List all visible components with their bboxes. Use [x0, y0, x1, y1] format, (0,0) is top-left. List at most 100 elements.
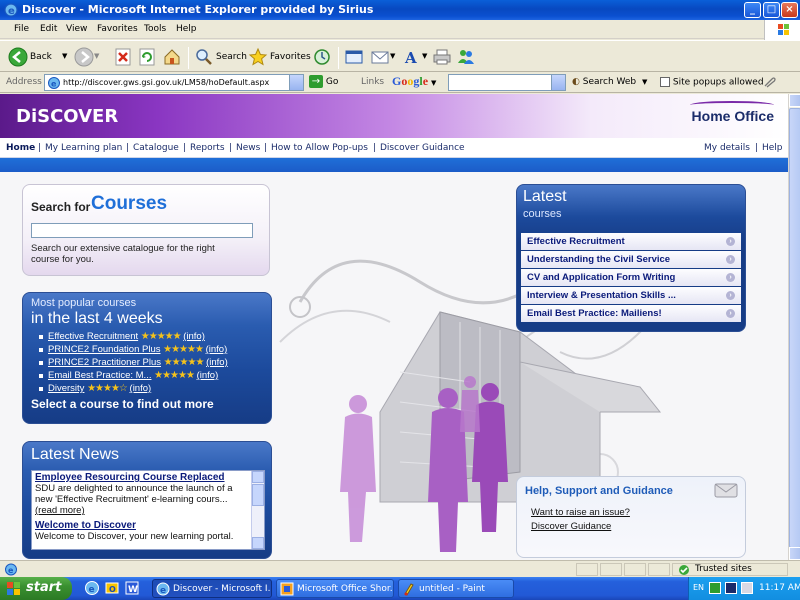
news-scrollbar[interactable]	[251, 471, 264, 549]
course-info-link[interactable]: (info)	[206, 357, 228, 368]
nav-reports[interactable]: Reports	[190, 143, 225, 153]
course-info-link[interactable]: (info)	[130, 383, 152, 394]
forward-dropdown-icon[interactable]: ▼	[94, 52, 99, 60]
print-button[interactable]	[432, 47, 454, 69]
start-button[interactable]: start	[0, 577, 72, 600]
stop-button[interactable]	[114, 47, 134, 69]
chevron-right-icon: ›	[726, 255, 735, 264]
course-info-link[interactable]: (info)	[183, 331, 205, 342]
quicklaunch-outlook-icon[interactable]: O	[104, 580, 120, 596]
font-size-button[interactable]: A ▼	[402, 47, 430, 69]
nav-help[interactable]: Help	[762, 143, 783, 153]
latest-course-item[interactable]: Email Best Practice: Mailiens! ›	[521, 305, 741, 322]
search-web-button[interactable]: ◐ Search Web ▼	[572, 77, 647, 87]
course-link[interactable]: Diversity	[48, 383, 84, 394]
task-discover-ie[interactable]: e Discover - Microsoft I...	[152, 579, 272, 598]
links-label[interactable]: Links	[361, 77, 384, 87]
latest-course-item[interactable]: Effective Recruitment ›	[521, 233, 741, 250]
go-button[interactable]: → Go	[309, 75, 338, 88]
forward-button[interactable]: ▼	[74, 47, 102, 69]
news-headline[interactable]: Welcome to Discover	[32, 519, 264, 531]
scroll-down-icon[interactable]	[789, 547, 800, 560]
menu-view[interactable]: View	[66, 24, 87, 34]
nav-discover-guidance[interactable]: Discover Guidance	[380, 143, 465, 153]
news-scroll-thumb[interactable]	[252, 484, 264, 506]
paperclip-icon[interactable]	[762, 76, 776, 88]
mail-dropdown-icon[interactable]: ▼	[390, 52, 395, 60]
search-button[interactable]: Search	[194, 47, 247, 69]
google-search-dropdown-icon[interactable]	[551, 75, 565, 90]
favorites-button[interactable]: Favorites	[248, 47, 311, 69]
messenger-button[interactable]	[456, 47, 478, 69]
back-button[interactable]: Back ▼	[8, 47, 70, 69]
minimize-button[interactable]: _	[744, 2, 761, 18]
course-search-input[interactable]	[31, 223, 253, 238]
quicklaunch-word-icon[interactable]: W	[124, 580, 140, 596]
google-search-input[interactable]	[448, 74, 566, 91]
google-dropdown-icon[interactable]: ▼	[431, 79, 436, 87]
raise-issue-link[interactable]: Want to raise an issue?	[531, 507, 630, 518]
news-scroll-up-icon[interactable]	[252, 471, 264, 483]
course-info-link[interactable]: (info)	[197, 370, 219, 381]
quicklaunch-ie-icon[interactable]: e	[84, 580, 100, 596]
page-scrollbar[interactable]	[788, 94, 800, 560]
read-more-link[interactable]: (read more)	[32, 505, 264, 519]
news-scroll-down-icon[interactable]	[252, 537, 264, 549]
media-button[interactable]	[344, 47, 366, 69]
refresh-button[interactable]	[138, 47, 158, 69]
nav-how-to-allow-popups[interactable]: How to Allow Pop-ups	[271, 143, 368, 153]
latest-course-item[interactable]: Understanding the Civil Service ›	[521, 251, 741, 268]
menu-file[interactable]: File	[14, 24, 29, 34]
search-web-dropdown-icon[interactable]: ▼	[642, 78, 647, 86]
svg-text:e: e	[8, 6, 15, 17]
close-button[interactable]: ×	[781, 2, 798, 18]
maximize-button[interactable]: □	[763, 2, 780, 18]
google-toolbar-logo[interactable]: Google ▼	[392, 74, 436, 91]
news-list[interactable]: Employee Resourcing Course Replaced SDU …	[31, 470, 265, 550]
task-office-shortcut[interactable]: Microsoft Office Shor...	[276, 579, 394, 598]
mail-button[interactable]: ▼	[370, 47, 398, 69]
tray-security-icon[interactable]	[709, 582, 721, 594]
nav-my-details[interactable]: My details	[704, 143, 750, 153]
history-button[interactable]	[312, 47, 334, 69]
font-dropdown-icon[interactable]: ▼	[422, 52, 427, 60]
home-office-logo[interactable]: Home Office	[692, 108, 774, 124]
refresh-icon	[139, 48, 155, 66]
back-dropdown-icon[interactable]: ▼	[62, 52, 67, 60]
nav-my-learning-plan[interactable]: My Learning plan	[45, 143, 122, 153]
menu-favorites[interactable]: Favorites	[97, 24, 138, 34]
scroll-thumb[interactable]	[789, 108, 800, 548]
clock[interactable]: 11:17 AM	[759, 583, 800, 593]
task-paint[interactable]: untitled - Paint	[398, 579, 514, 598]
rating-stars-icon: ★★★★★	[163, 344, 204, 355]
news-headline[interactable]: Employee Resourcing Course Replaced	[32, 471, 264, 483]
latest-course-list: Effective Recruitment › Understanding the…	[521, 233, 741, 323]
title-bar[interactable]: e Discover - Microsoft Internet Explorer…	[0, 0, 800, 20]
course-link[interactable]: PRINCE2 Practitioner Plus	[48, 357, 161, 368]
popup-blocker-button[interactable]: Site popups allowed	[660, 77, 764, 88]
nav-home[interactable]: Home	[6, 143, 35, 153]
course-info-link[interactable]: (info)	[206, 344, 228, 355]
tray-volume-icon[interactable]	[741, 582, 753, 594]
address-dropdown-icon[interactable]	[289, 75, 303, 90]
course-link[interactable]: PRINCE2 Foundation Plus	[48, 344, 160, 355]
browser-window: e Discover - Microsoft Internet Explorer…	[0, 0, 800, 600]
system-tray: EN 11:17 AM	[688, 577, 800, 600]
home-button[interactable]	[162, 47, 184, 69]
latest-course-item[interactable]: Interview & Presentation Skills ... ›	[521, 287, 741, 304]
popular-course-list: Effective Recruitment ★★★★★ (info) PRINC…	[39, 331, 228, 396]
menu-edit[interactable]: Edit	[40, 24, 57, 34]
address-field[interactable]: e http://discover.gws.gsi.gov.uk/LM58/ho…	[44, 74, 304, 91]
course-link[interactable]: Email Best Practice: M...	[48, 370, 151, 381]
tray-network-icon[interactable]	[725, 582, 737, 594]
menu-tools[interactable]: Tools	[144, 24, 166, 34]
nav-news[interactable]: News	[236, 143, 260, 153]
menu-help[interactable]: Help	[176, 24, 197, 34]
discover-logo[interactable]: DiSCOVER	[16, 106, 118, 127]
latest-course-item[interactable]: CV and Application Form Writing ›	[521, 269, 741, 286]
course-link[interactable]: Effective Recruitment	[48, 331, 138, 342]
language-indicator[interactable]: EN	[693, 583, 704, 592]
discover-guidance-link[interactable]: Discover Guidance	[531, 521, 611, 532]
scroll-up-icon[interactable]	[789, 94, 800, 107]
nav-catalogue[interactable]: Catalogue	[133, 143, 179, 153]
